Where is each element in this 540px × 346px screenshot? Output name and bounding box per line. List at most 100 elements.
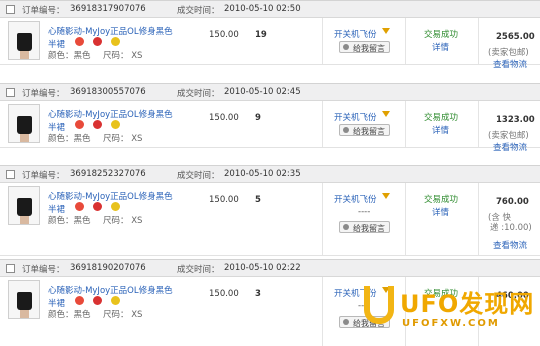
promo-flower-icon <box>75 202 84 211</box>
product-thumbnail[interactable] <box>8 104 40 143</box>
order-number-label: 订单编号： <box>22 89 65 99</box>
order-time-label: 成交时间： <box>177 89 220 99</box>
shipping-note: (卖家包邮) <box>488 48 529 58</box>
divider <box>322 101 323 147</box>
order-number-label: 订单编号： <box>22 265 65 275</box>
color-value: 黑色 <box>73 134 91 144</box>
order-body: 心随影动-MyJoy正品OL修身黑色 半裙 颜色：黑色 尺码： XS 150.0… <box>0 18 540 70</box>
order-header: 订单编号： 36918252327076 成交时间： 2010-05-10 02… <box>0 165 540 183</box>
seller-link[interactable]: 开关机飞份 <box>334 111 377 123</box>
track-logistics-link[interactable]: 查看物流 <box>493 141 527 153</box>
color-label: 颜色： <box>48 51 74 61</box>
seller-link[interactable]: 开关机飞份 <box>334 193 377 205</box>
leave-message-label: 给我留言 <box>353 224 385 233</box>
legs-image <box>20 216 29 224</box>
quantity: 3 <box>255 289 261 299</box>
order-status: 交易成功 <box>424 30 459 40</box>
color-label: 颜色： <box>48 310 74 320</box>
divider <box>478 183 479 255</box>
size-value: XS <box>131 51 143 61</box>
order-block: 订单编号： 36918317907076 成交时间： 2010-05-10 02… <box>0 0 540 70</box>
product-thumbnail[interactable] <box>8 280 40 319</box>
unit-price: 150.00 <box>209 289 239 299</box>
product-color: 颜色：黑色 <box>48 49 91 61</box>
seller-link[interactable]: 开关机飞份 <box>334 28 377 40</box>
color-value: 黑色 <box>73 216 91 226</box>
order-total: 760.00 <box>496 197 529 207</box>
detail-link[interactable]: 详情 <box>432 124 449 136</box>
unit-price: 150.00 <box>209 195 239 205</box>
color-label: 颜色： <box>48 216 74 226</box>
divider <box>322 18 323 64</box>
detail-link[interactable]: 详情 <box>432 41 449 53</box>
product-size: 尺码： XS <box>103 308 142 320</box>
leave-message-button[interactable]: 给我留言 <box>339 41 390 53</box>
divider <box>322 277 323 346</box>
promo-tulip-icon <box>111 296 120 305</box>
funnel-icon[interactable] <box>382 28 390 34</box>
product-title-link[interactable]: 心随影动-MyJoy正品OL修身黑色 <box>48 108 173 120</box>
size-label: 尺码： <box>103 310 129 320</box>
funnel-icon[interactable] <box>382 111 390 117</box>
track-logistics-link[interactable]: 查看物流 <box>493 58 527 70</box>
order-time: 2010-05-10 02:22 <box>224 263 301 273</box>
shipping-note: (卖家包邮) <box>488 131 529 141</box>
skirt-image <box>17 198 32 216</box>
message-icon <box>343 319 349 325</box>
promo-flower-icon <box>75 120 84 129</box>
product-title-link[interactable]: 心随影动-MyJoy正品OL修身黑色 <box>48 284 173 296</box>
promo-tulip-icon <box>111 202 120 211</box>
leave-message-button[interactable]: 给我留言 <box>339 124 390 136</box>
product-color: 颜色：黑色 <box>48 132 91 144</box>
order-header: 订单编号： 36918317907076 成交时间： 2010-05-10 02… <box>0 0 540 18</box>
divider <box>478 101 479 147</box>
quantity: 9 <box>255 113 261 123</box>
order-total: 2565.00 <box>496 32 535 42</box>
leave-message-button[interactable]: 给我留言 <box>339 221 390 233</box>
site-watermark-logo: UFO发现网 UFOFXW.COM <box>360 282 540 346</box>
legs-image <box>20 134 29 142</box>
product-title-link[interactable]: 心随影动-MyJoy正品OL修身黑色 <box>48 25 173 37</box>
size-label: 尺码： <box>103 134 129 144</box>
promo-rose-icon <box>93 120 102 129</box>
product-title-link[interactable]: 心随影动-MyJoy正品OL修身黑色 <box>48 190 173 202</box>
product-size: 尺码： XS <box>103 214 142 226</box>
skirt-image <box>17 116 32 134</box>
track-logistics-link[interactable]: 查看物流 <box>493 239 527 251</box>
order-number: 36918252327076 <box>70 169 146 179</box>
leave-message-label: 给我留言 <box>353 127 385 136</box>
color-value: 黑色 <box>73 51 91 61</box>
shipping-fee-note: 递 :10.00) <box>490 223 532 233</box>
order-total: 1323.00 <box>496 115 535 125</box>
order-block: 订单编号： 36918252327076 成交时间： 2010-05-10 02… <box>0 165 540 256</box>
funnel-icon[interactable] <box>382 193 390 199</box>
color-label: 颜色： <box>48 134 74 144</box>
message-icon <box>343 44 349 50</box>
order-time: 2010-05-10 02:50 <box>224 4 301 14</box>
divider <box>405 183 406 255</box>
detail-link[interactable]: 详情 <box>432 206 449 218</box>
order-number: 36918300557076 <box>70 87 146 97</box>
size-value: XS <box>131 134 143 144</box>
divider <box>478 18 479 64</box>
order-checkbox[interactable] <box>6 264 15 273</box>
product-thumbnail[interactable] <box>8 186 40 225</box>
message-icon <box>343 127 349 133</box>
leave-message-label: 给我留言 <box>353 44 385 53</box>
promo-rose-icon <box>93 37 102 46</box>
promo-tulip-icon <box>111 120 120 129</box>
promo-rose-icon <box>93 202 102 211</box>
order-header: 订单编号： 36918300557076 成交时间： 2010-05-10 02… <box>0 83 540 101</box>
order-body: 心随影动-MyJoy正品OL修身黑色 半裙 颜色：黑色 尺码： XS 150.0… <box>0 101 540 153</box>
divider <box>405 18 406 64</box>
order-checkbox[interactable] <box>6 170 15 179</box>
divider <box>322 183 323 255</box>
promo-tulip-icon <box>111 37 120 46</box>
promo-rose-icon <box>93 296 102 305</box>
product-thumbnail[interactable] <box>8 21 40 60</box>
order-checkbox[interactable] <box>6 88 15 97</box>
product-color: 颜色：黑色 <box>48 308 91 320</box>
order-block: 订单编号： 36918300557076 成交时间： 2010-05-10 02… <box>0 83 540 153</box>
order-number-label: 订单编号： <box>22 6 65 16</box>
order-checkbox[interactable] <box>6 5 15 14</box>
